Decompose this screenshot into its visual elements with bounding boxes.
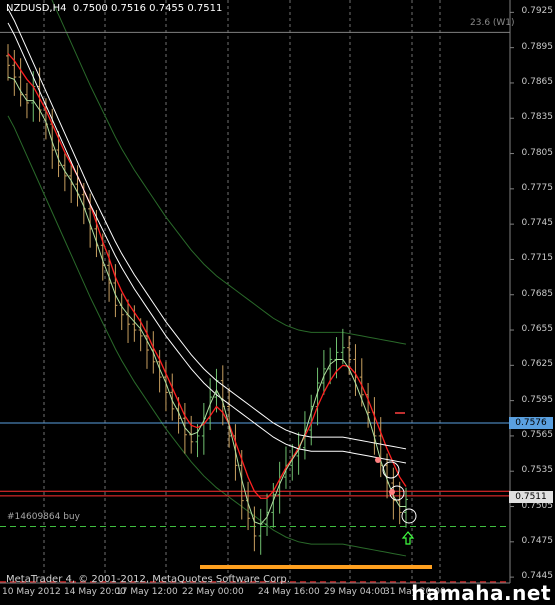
y-tick-label: 0.7655: [521, 324, 554, 335]
fibo-level-label: 23.6 (W1): [470, 18, 515, 28]
y-tick-label: 0.7745: [521, 218, 554, 229]
y-tick-label: 0.7685: [521, 288, 554, 299]
y-tick-label: 0.7535: [521, 465, 554, 476]
y-tick-label: 0.7625: [521, 359, 554, 370]
y-tick-label: 0.7895: [521, 41, 554, 52]
y-tick-label: 0.7835: [521, 112, 554, 123]
y-tick-label: 0.7475: [521, 535, 554, 546]
y-tick-label: 0.7925: [521, 6, 554, 17]
symbol-label: NZDUSD,H4: [6, 3, 67, 14]
y-tick-label: 0.7775: [521, 182, 554, 193]
x-tick-label: 29 May 04:00: [324, 587, 386, 597]
x-tick-label: 10 May 2012: [2, 587, 61, 597]
orange-support-bar: [200, 565, 432, 569]
y-tick-label: 0.7805: [521, 147, 554, 158]
blue-level-price-box: 0.7576: [509, 417, 553, 429]
x-tick-label: 17 May 12:00: [116, 587, 178, 597]
copyright-text: MetaTrader 4, © 2001-2012, MetaQuotes So…: [6, 574, 290, 585]
y-tick-label: 0.7595: [521, 394, 554, 405]
y-tick-label: 0.7565: [521, 429, 554, 440]
price-chart[interactable]: [0, 0, 555, 605]
y-tick-label: 0.7865: [521, 76, 554, 87]
y-tick-label: 0.7445: [521, 571, 554, 582]
signal-dot: [389, 489, 395, 495]
x-tick-label: 24 May 16:00: [258, 587, 320, 597]
current-price-box: 0.7511: [509, 491, 553, 503]
order-label: #14609864 buy: [7, 512, 80, 522]
y-tick-label: 0.7715: [521, 253, 554, 264]
ohlc-label: 0.7500 0.7516 0.7455 0.7511: [72, 3, 223, 14]
x-tick-label: 22 May 00:00: [182, 587, 244, 597]
watermark: hamaha.net: [411, 581, 551, 605]
chart-header: NZDUSD,H4 0.7500 0.7516 0.7455 0.7511: [6, 3, 222, 14]
signal-dot: [375, 457, 381, 463]
